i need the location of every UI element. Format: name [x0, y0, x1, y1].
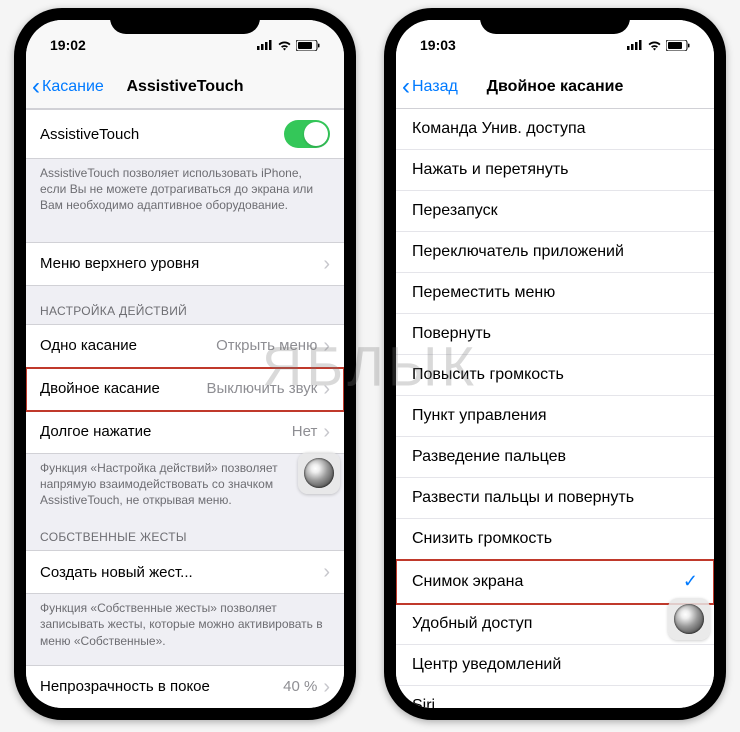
toggle-label: AssistiveTouch	[40, 126, 284, 143]
gestures-footer: Функция «Собственные жесты» позволяет за…	[26, 594, 344, 653]
battery-icon	[666, 40, 690, 51]
battery-icon	[296, 40, 320, 51]
wifi-icon	[647, 40, 662, 51]
row-label: Одно касание	[40, 337, 216, 354]
row-value: Выключить звук	[207, 380, 318, 397]
list-item[interactable]: Пункт управления	[396, 396, 714, 437]
row-label: Меню верхнего уровня	[40, 255, 323, 272]
chevron-left-icon: ‹	[402, 75, 410, 99]
row-label: Создать новый жест...	[40, 564, 323, 581]
chevron-right-icon: ›	[323, 422, 330, 442]
list-item-label: Разведение пальцев	[412, 448, 698, 466]
nav-back-button[interactable]: ‹ Назад	[396, 75, 458, 99]
single-tap-row[interactable]: Одно касание Открыть меню ›	[26, 324, 344, 368]
chevron-right-icon: ›	[323, 254, 330, 274]
list-item[interactable]: Развести пальцы и повернуть	[396, 478, 714, 519]
list-item[interactable]: Повысить громкость	[396, 355, 714, 396]
list-item-label: Снимок экрана	[412, 573, 683, 591]
list-item-label: Команда Унив. доступа	[412, 120, 698, 138]
list-item[interactable]: Нажать и перетянуть	[396, 150, 714, 191]
list-item-label: Снизить громкость	[412, 530, 698, 548]
row-value: Нет	[292, 423, 318, 440]
list-item-label: Переместить меню	[412, 284, 698, 302]
phone-left: 19:02 ‹ Касание AssistiveTouch Assistive…	[14, 8, 356, 720]
opacity-row[interactable]: Непрозрачность в покое 40 % ›	[26, 665, 344, 708]
section-header-gestures: Собственные жесты	[26, 512, 344, 550]
list-item[interactable]: Переключатель приложений	[396, 232, 714, 273]
list-item[interactable]: Снимок экрана✓	[396, 560, 714, 604]
list-item-label: Нажать и перетянуть	[412, 161, 698, 179]
chevron-right-icon: ›	[323, 379, 330, 399]
row-label: Непрозрачность в покое	[40, 678, 283, 695]
list-item-label: Повернуть	[412, 325, 698, 343]
notch	[110, 8, 260, 34]
chevron-right-icon: ›	[323, 336, 330, 356]
notch	[480, 8, 630, 34]
list-item[interactable]: Перезапуск	[396, 191, 714, 232]
assistivetouch-toggle-row[interactable]: AssistiveTouch	[26, 109, 344, 159]
chevron-right-icon: ›	[323, 677, 330, 697]
assistivetouch-floating-button[interactable]	[668, 598, 710, 640]
actions-footer: Функция «Настройка действий» позволяет н…	[26, 454, 344, 513]
status-time: 19:03	[420, 37, 456, 53]
assistivetouch-floating-button[interactable]	[298, 452, 340, 494]
list-item[interactable]: Снизить громкость	[396, 519, 714, 560]
list-item[interactable]: Переместить меню	[396, 273, 714, 314]
list-item[interactable]: Повернуть	[396, 314, 714, 355]
long-press-row[interactable]: Долгое нажатие Нет ›	[26, 411, 344, 454]
assistivetouch-description: AssistiveTouch позволяет использовать iP…	[26, 159, 344, 218]
create-gesture-row[interactable]: Создать новый жест... ›	[26, 550, 344, 594]
signal-icon	[627, 40, 643, 50]
list-item-label: Развести пальцы и повернуть	[412, 489, 698, 507]
nav-back-label: Назад	[412, 78, 458, 96]
list-item[interactable]: Siri	[396, 686, 714, 708]
options-list[interactable]: Команда Унив. доступа Нажать и перетянуть…	[396, 109, 714, 708]
list-item-label: Пункт управления	[412, 407, 698, 425]
list-item[interactable]: Команда Унив. доступа	[396, 109, 714, 150]
signal-icon	[257, 40, 273, 50]
list-item-label: Переключатель приложений	[412, 243, 698, 261]
list-item-label: Удобный доступ	[412, 615, 698, 633]
list-item-label: Центр уведомлений	[412, 656, 698, 674]
wifi-icon	[277, 40, 292, 51]
nav-bar: ‹ Касание AssistiveTouch	[26, 66, 344, 109]
list-item[interactable]: Удобный доступ	[396, 604, 714, 645]
row-label: Двойное касание	[40, 380, 207, 397]
row-value: Открыть меню	[216, 337, 317, 354]
nav-back-label: Касание	[42, 78, 104, 96]
toggle-switch[interactable]	[284, 120, 330, 148]
list-item-label: Повысить громкость	[412, 366, 698, 384]
double-tap-row[interactable]: Двойное касание Выключить звук ›	[26, 368, 344, 411]
list-item-label: Перезапуск	[412, 202, 698, 220]
row-value: 40 %	[283, 678, 317, 695]
section-header-actions: Настройка действий	[26, 286, 344, 324]
chevron-left-icon: ‹	[32, 75, 40, 99]
nav-bar: ‹ Назад Двойное касание	[396, 66, 714, 109]
top-menu-row[interactable]: Меню верхнего уровня ›	[26, 242, 344, 286]
list-item-label: Siri	[412, 697, 698, 708]
nav-back-button[interactable]: ‹ Касание	[26, 75, 104, 99]
checkmark-icon: ✓	[683, 571, 698, 592]
list-item[interactable]: Разведение пальцев	[396, 437, 714, 478]
chevron-right-icon: ›	[323, 562, 330, 582]
list-item[interactable]: Центр уведомлений	[396, 645, 714, 686]
phone-right: 19:03 ‹ Назад Двойное касание Команда Ун…	[384, 8, 726, 720]
row-label: Долгое нажатие	[40, 423, 292, 440]
status-time: 19:02	[50, 37, 86, 53]
